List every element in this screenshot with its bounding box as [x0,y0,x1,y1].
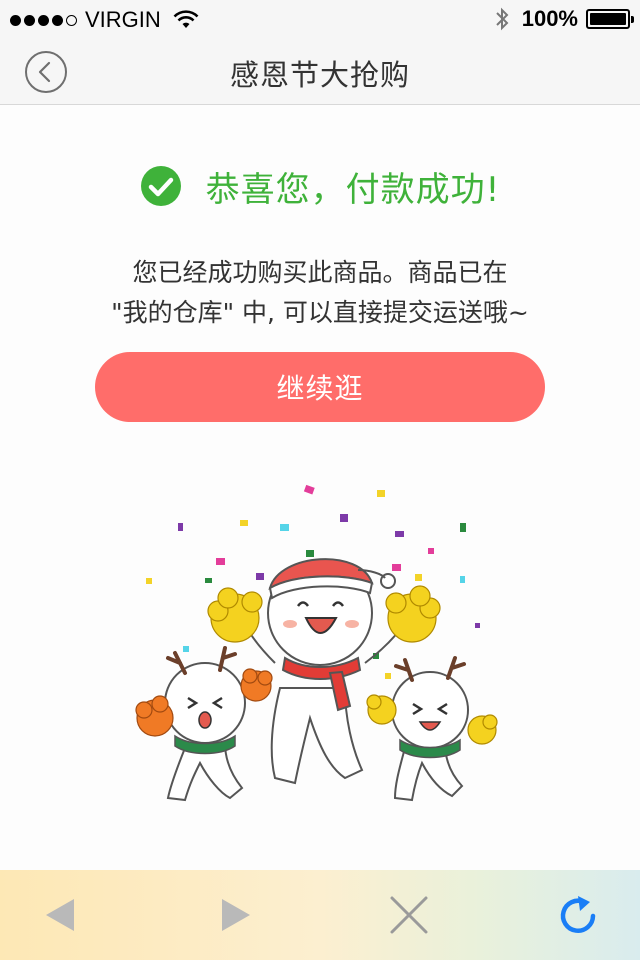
signal-strength-icon [10,14,77,26]
close-icon[interactable] [386,894,432,936]
back-arrow-icon[interactable] [40,894,86,936]
success-description: 您已经成功购买此商品。商品已在 "我的仓库" 中, 可以直接提交运送哦~ [0,253,640,333]
check-circle-icon [140,166,181,206]
page-title: 感恩节大抢购 [229,58,410,92]
character-right [366,656,498,802]
description-line-1: 您已经成功购买此商品。商品已在 [132,258,508,287]
battery-percent: 100% [521,6,578,31]
forward-arrow-icon[interactable] [212,894,258,936]
carrier-name: VIRGIN [85,7,161,32]
celebration-illustration [135,484,498,802]
character-left [135,646,273,802]
wifi-icon [173,10,199,28]
status-left: VIRGIN [10,7,199,33]
success-text: 恭喜您，付款成功! [205,169,501,210]
description-line-2: "我的仓库" 中, 可以直接提交运送哦~ [111,298,529,327]
refresh-icon[interactable] [556,894,602,936]
success-message: 恭喜您，付款成功! [0,162,640,210]
continue-shopping-button[interactable]: 继续逛 [95,352,545,422]
browser-toolbar [0,870,640,960]
navigation-bar: 感恩节大抢购 [0,40,640,105]
status-bar: VIRGIN 100% [0,0,640,40]
status-right: 100% [494,6,634,32]
battery-icon [586,9,634,29]
bluetooth-icon [496,7,509,31]
